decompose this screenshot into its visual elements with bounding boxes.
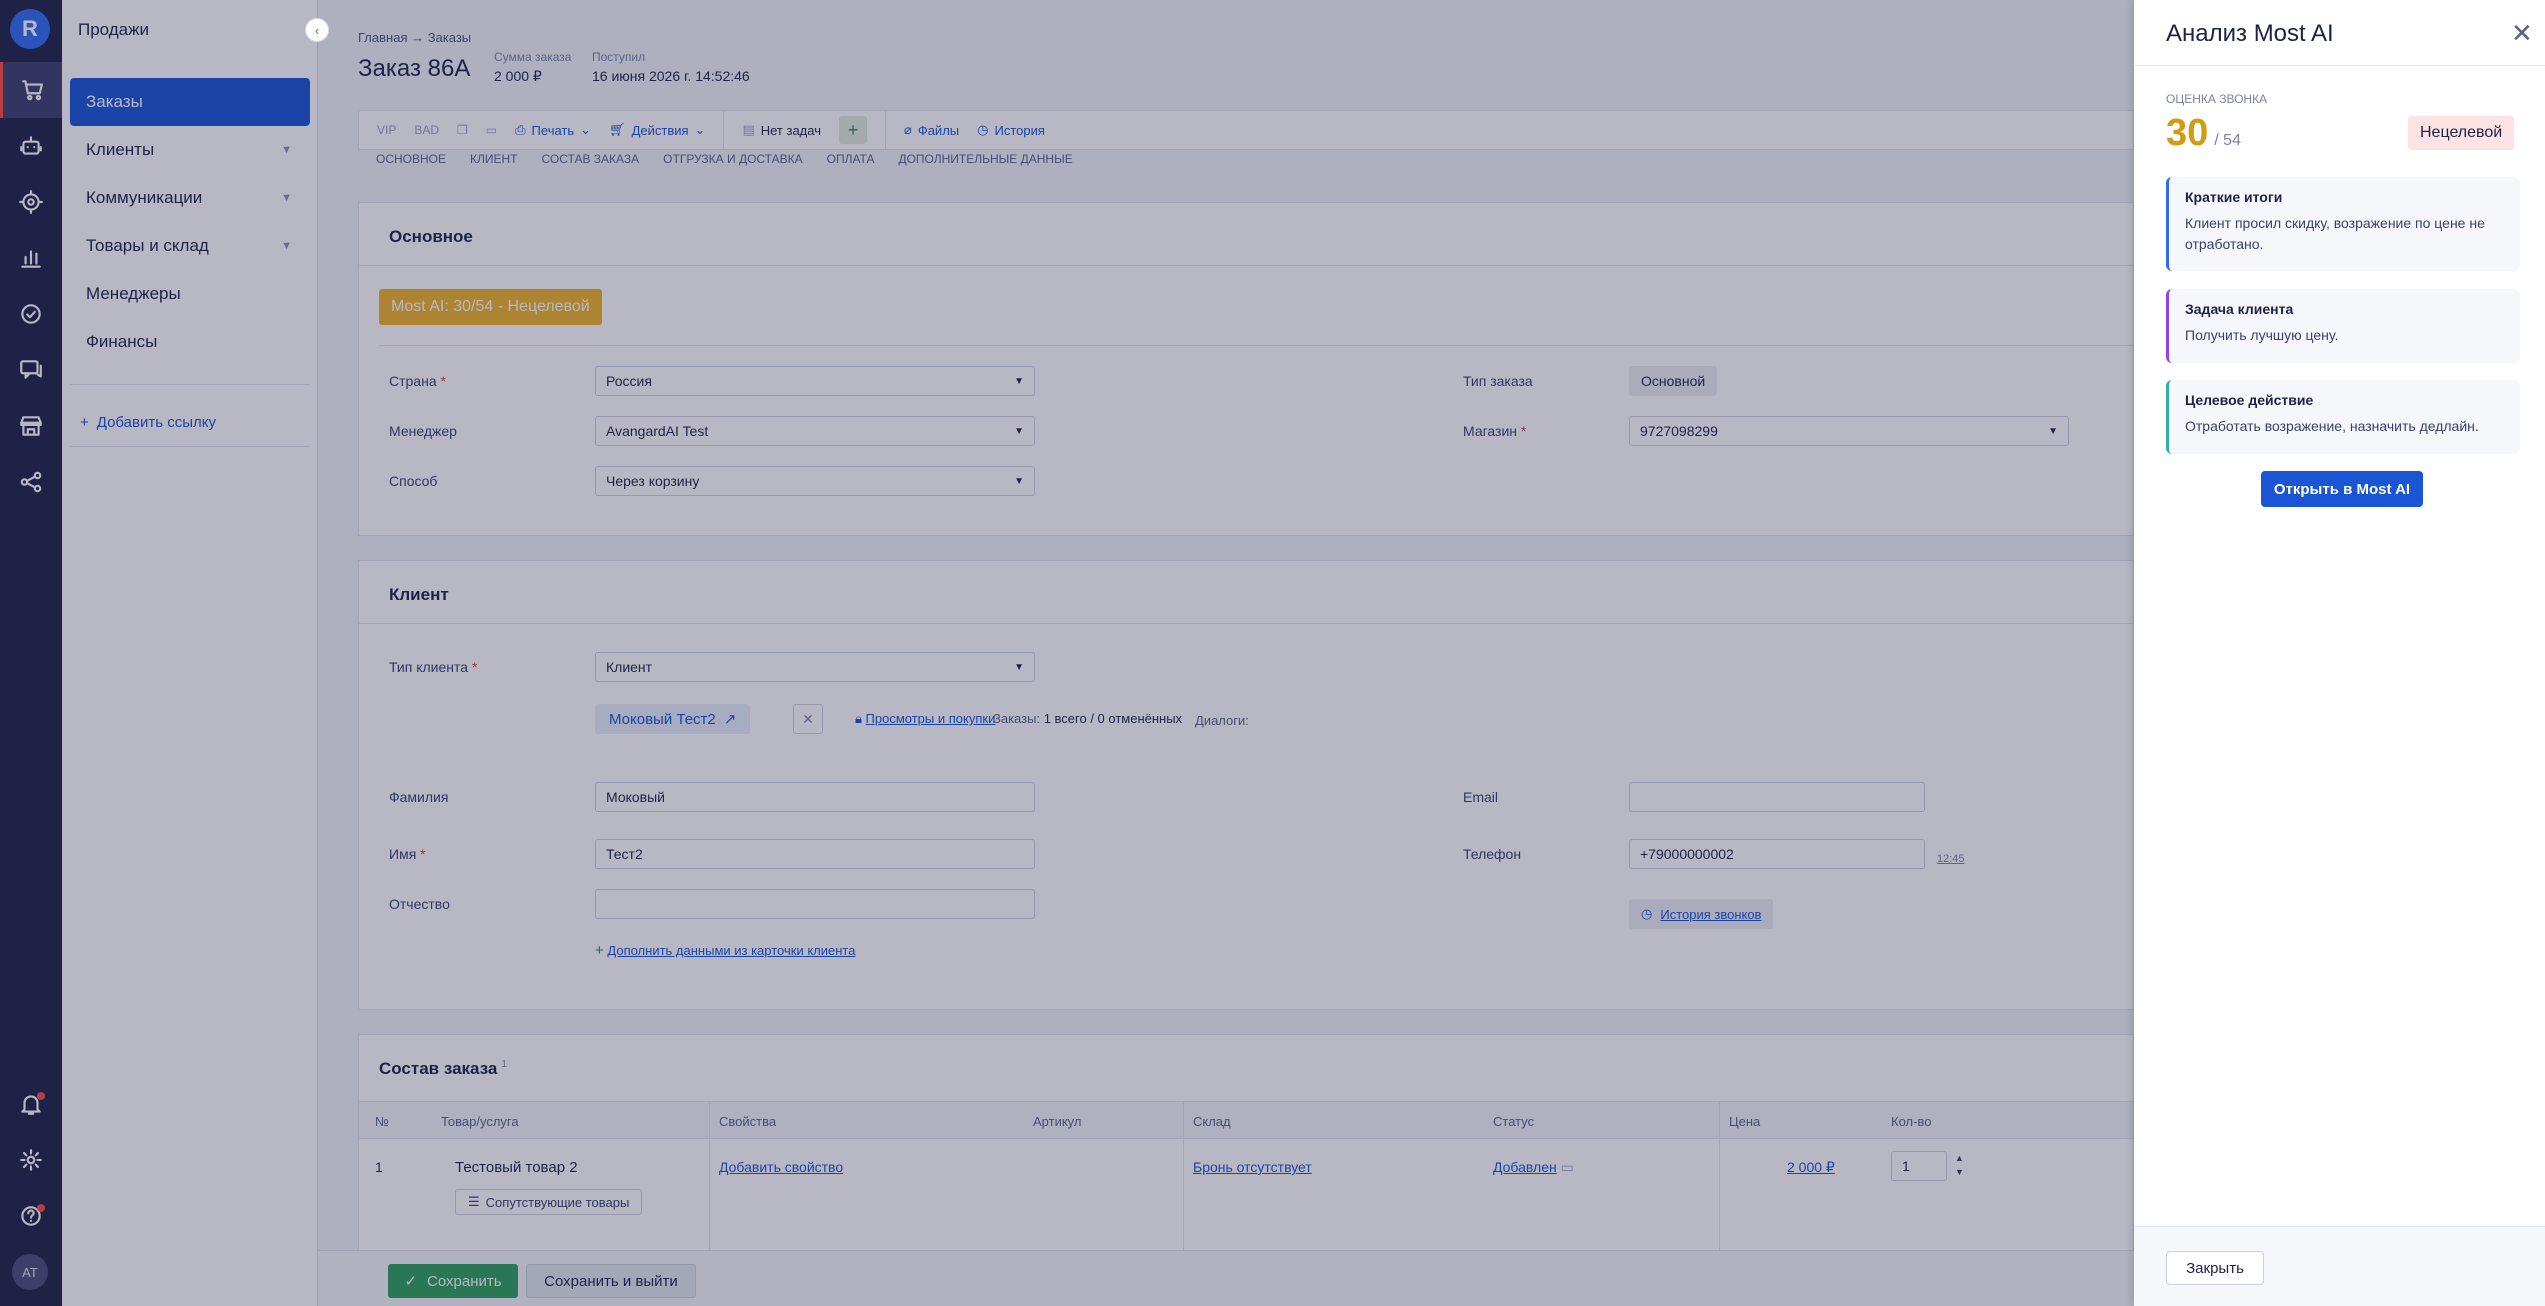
score-label: Оценка звонка bbox=[2166, 92, 2268, 106]
status-badge: Нецелевой bbox=[2408, 116, 2515, 150]
summary-card: Краткие итоги Клиент просил скидку, возр… bbox=[2166, 177, 2520, 271]
open-in-most-ai-button[interactable]: Открыть в Most AI bbox=[2261, 471, 2423, 507]
chevron-left-icon: ‹ bbox=[314, 22, 320, 38]
panel-divider bbox=[2134, 65, 2545, 66]
panel-footer: Закрыть bbox=[2134, 1226, 2545, 1306]
target-action-text: Отработать возражение, назначить дедлайн… bbox=[2185, 418, 2479, 434]
summary-heading: Краткие итоги bbox=[2185, 189, 2283, 205]
target-action-heading: Целевое действие bbox=[2185, 392, 2314, 408]
close-icon[interactable]: ✕ bbox=[2511, 18, 2533, 49]
client-task-heading: Задача клиента bbox=[2185, 301, 2294, 317]
score-max: / 54 bbox=[2214, 132, 2241, 149]
score-value: 30 bbox=[2166, 112, 2209, 154]
call-score: 30 / 54 bbox=[2166, 112, 2241, 155]
modal-overlay[interactable] bbox=[0, 0, 2134, 1306]
panel-title: Анализ Most AI bbox=[2166, 20, 2334, 47]
sidebar-collapse-button[interactable]: ‹ bbox=[305, 18, 329, 42]
client-task-text: Получить лучшую цену. bbox=[2185, 327, 2339, 343]
target-action-card: Целевое действие Отработать возражение, … bbox=[2166, 380, 2520, 454]
summary-text: Клиент просил скидку, возражение по цене… bbox=[2185, 215, 2485, 252]
close-panel-button[interactable]: Закрыть bbox=[2166, 1251, 2264, 1285]
most-ai-panel: Анализ Most AI ✕ Оценка звонка 30 / 54 Н… bbox=[2134, 0, 2545, 1306]
client-task-card: Задача клиента Получить лучшую цену. bbox=[2166, 289, 2520, 363]
